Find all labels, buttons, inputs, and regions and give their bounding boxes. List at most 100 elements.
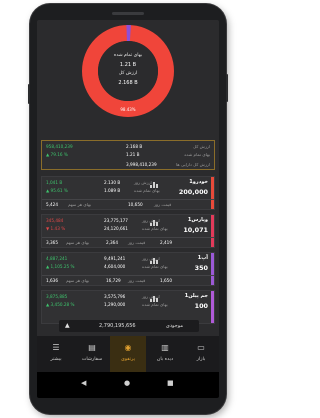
stock-today-value: 9,491,241 <box>104 256 126 261</box>
summary-assets-value: 3,998,410,239 <box>126 162 157 167</box>
stock-card[interactable]: وپارس1 10,071 345,484 ▼ 1.43 % 23,775,17… <box>41 214 215 248</box>
bottom-tab-bar: ▭ بازار ▥ دیده بان ◉ پرتفوی ▤ سفارشات ☰ … <box>37 336 219 372</box>
stock-color-bar <box>211 253 214 285</box>
bar-chart-icon[interactable] <box>150 220 158 226</box>
stock-count: 10,071 <box>183 226 208 234</box>
summary-cost-value: 1.21 B <box>126 152 140 157</box>
stock-today-value: 2.130 B <box>104 180 121 185</box>
stock-cost-label: بهای تمام شده <box>142 226 168 231</box>
stock-last-price: 3,365 <box>46 240 58 245</box>
summary-profit-pct: ▲ 79.16 % <box>46 152 68 157</box>
stock-cost-value: 1.089 B <box>104 188 121 193</box>
tab-more[interactable]: ☰ بیشتر <box>38 336 74 372</box>
tab-orders[interactable]: ▤ سفارشات <box>74 336 110 372</box>
speaker-grille <box>112 12 144 15</box>
summary-cost-label: بهای تمام شده <box>184 152 210 157</box>
stock-extra-price: 2,419 <box>160 240 172 245</box>
stock-avg-price: 16,729 <box>106 278 121 283</box>
stock-profit: 345,484 <box>46 218 64 223</box>
bar-chart-icon[interactable] <box>150 296 158 302</box>
summary-assets-label: ارزش کل دارایی ها <box>176 162 210 167</box>
stock-last-label: قیمت روز <box>154 202 172 207</box>
home-icon[interactable]: ● <box>124 379 130 387</box>
stock-last-price: 1,636 <box>46 278 58 283</box>
phone-frame: بهای تمام شده 1.21 B ارزش کل 2.168 B 98.… <box>28 4 228 414</box>
balance-bar[interactable]: ▲ 2,790,195,656 موجودی <box>59 320 199 332</box>
stock-cost-label: بهای تمام شده <box>142 302 168 307</box>
stock-cost-value: 24,120,661 <box>104 226 128 231</box>
tab-label: بیشتر <box>50 357 62 362</box>
stock-color-bar <box>211 177 214 209</box>
tab-market[interactable]: ▭ بازار <box>183 336 219 372</box>
chart-bars-icon: ▥ <box>161 343 169 352</box>
stock-avg-price: 10,650 <box>128 202 143 207</box>
donut-percent: 98.43% <box>120 107 136 112</box>
stock-avg-price: 2,364 <box>106 240 118 245</box>
balance-label: موجودی <box>165 323 183 329</box>
stock-today-value: 3,575,796 <box>104 294 126 299</box>
portfolio-donut: بهای تمام شده 1.21 B ارزش کل 2.168 B 98.… <box>82 25 174 117</box>
donut-finished-label: بهای تمام شده <box>113 53 143 58</box>
volume-button <box>28 84 30 104</box>
donut-finished-value: 1.21 B <box>119 62 137 68</box>
summary-total-label: ارزش کل <box>193 144 210 149</box>
stock-color-bar <box>211 215 214 247</box>
stock-count: 200,000 <box>178 188 208 196</box>
stock-divider <box>42 275 214 276</box>
stock-name: خودرو1 <box>189 179 208 185</box>
stock-card[interactable]: آپ1 350 4,887,241 ▲ 1,105.25 % 9,491,241… <box>41 252 215 286</box>
summary-profit: 958,410,239 <box>46 144 73 149</box>
power-button <box>226 74 228 102</box>
system-nav-bar: ◀ ● ■ <box>37 372 219 398</box>
stock-profit: 1,041 B <box>46 180 63 185</box>
stock-card[interactable]: جم پیلن1 100 3,875,885 ▲ 3,450.28 % 3,57… <box>41 290 215 324</box>
stock-color-bar <box>211 291 214 323</box>
stock-profit-pct: ▲ 3,450.28 % <box>46 302 75 307</box>
stock-today-value: 23,775,177 <box>104 218 128 223</box>
donut-total-value: 2.168 B <box>118 80 138 86</box>
balance-value: 2,790,195,656 <box>99 323 136 329</box>
app-screen: بهای تمام شده 1.21 B ارزش کل 2.168 B 98.… <box>37 20 219 398</box>
tab-label: بازار <box>196 357 206 362</box>
stock-profit: 3,875,885 <box>46 294 68 299</box>
donut-center: بهای تمام شده 1.21 B ارزش کل 2.168 B 98.… <box>82 25 174 117</box>
stock-extra-label: قیمت روز <box>128 240 146 245</box>
stock-extra-label: قیمت روز <box>128 278 146 283</box>
tab-portfolio[interactable]: ◉ پرتفوی <box>110 336 146 372</box>
tab-watchlist[interactable]: ▥ دیده بان <box>147 336 183 372</box>
portfolio-icon: ◉ <box>124 343 132 352</box>
stock-profit-pct: ▲ 95.61 % <box>46 188 68 193</box>
stock-name: وپارس1 <box>187 217 208 223</box>
donut-total-label: ارزش کل <box>118 71 138 76</box>
tab-label: پرتفوی <box>121 357 135 362</box>
stock-profit: 4,887,241 <box>46 256 68 261</box>
stock-profit-pct: ▲ 1,105.25 % <box>46 264 75 269</box>
stock-divider <box>42 199 214 200</box>
stock-card[interactable]: خودرو1 200,000 1,041 B ▲ 95.61 % 2.130 B… <box>41 176 215 210</box>
tab-label: دیده بان <box>156 357 174 362</box>
monitor-icon: ▭ <box>197 343 205 352</box>
stock-count: 100 <box>194 302 208 310</box>
expand-up-icon[interactable]: ▲ <box>65 322 70 329</box>
stock-cost-label: بهای تمام شده <box>134 188 160 193</box>
portfolio-summary-card[interactable]: 958,410,239 ▲ 79.16 % 2.168 B 1.21 B ارز… <box>41 140 215 170</box>
stock-divider <box>42 237 214 238</box>
bar-chart-icon[interactable] <box>150 258 158 264</box>
stock-profit-pct: ▼ 1.43 % <box>46 226 66 231</box>
stock-cost-value: 4,604,000 <box>104 264 126 269</box>
stock-extra-price: 1,650 <box>160 278 172 283</box>
stock-last-price: 5,424 <box>46 202 58 207</box>
back-icon[interactable]: ◀ <box>81 379 86 387</box>
stock-cost-value: 1,290,000 <box>104 302 126 307</box>
stock-avg-label: بهای هر سهم <box>66 240 90 245</box>
stock-avg-label: بهای هر سهم <box>68 202 92 207</box>
tab-label: سفارشات <box>81 357 103 362</box>
stock-name: آپ1 <box>197 255 208 261</box>
bar-chart-icon[interactable] <box>150 182 158 188</box>
stock-avg-label: بهای هر سهم <box>66 278 90 283</box>
stock-name: جم پیلن1 <box>184 293 208 299</box>
stock-count: 350 <box>194 264 208 272</box>
summary-total-value: 2.168 B <box>126 144 143 149</box>
stock-cost-label: بهای تمام شده <box>142 264 168 269</box>
recents-icon[interactable]: ■ <box>167 379 174 387</box>
